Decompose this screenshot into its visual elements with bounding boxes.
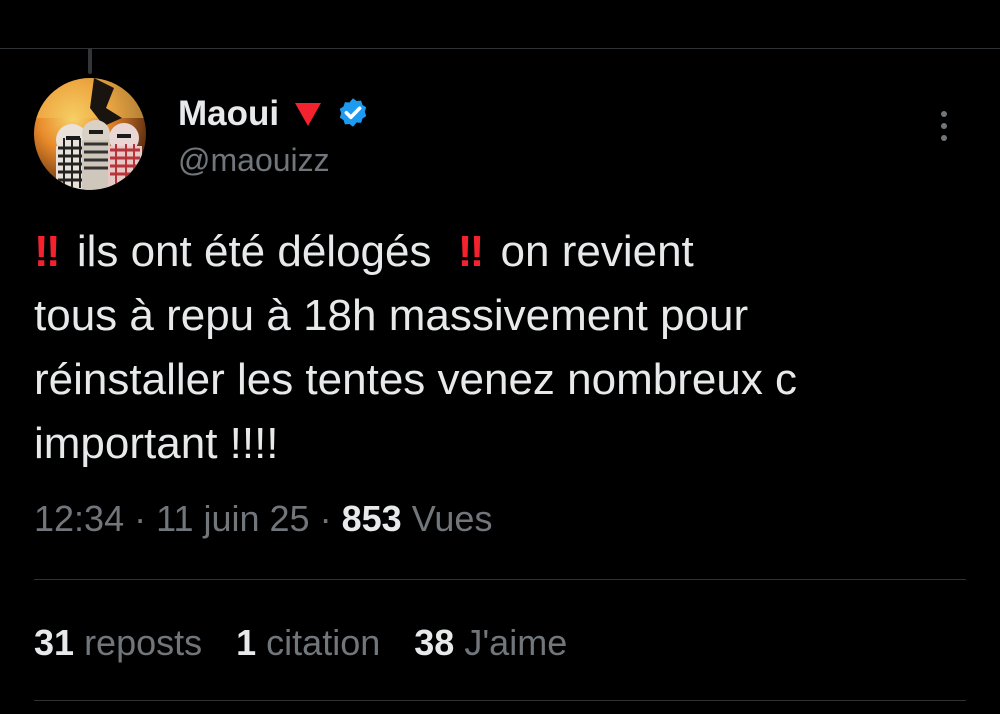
double-exclamation-icon: ‼ [34, 227, 60, 276]
meta-separator: · [134, 498, 147, 539]
tweet-text: ‼ ils ont été délogés ‼ on revient tous … [34, 220, 934, 476]
likes-label: J'aime [464, 622, 568, 663]
thread-connector-line [88, 48, 92, 74]
views-label[interactable]: Vues [412, 498, 493, 539]
views-count[interactable]: 853 [342, 498, 402, 539]
reposts-stat[interactable]: 31 reposts [34, 622, 202, 664]
tweet-line-4: important !!!! [34, 419, 279, 468]
double-exclamation-icon: ‼ [457, 227, 484, 276]
tweet-line-3: réinstaller les tentes venez nombreux c [34, 355, 798, 404]
quotes-count: 1 [236, 622, 257, 663]
display-name[interactable]: Maoui [178, 94, 279, 134]
more-dot-icon [941, 135, 947, 141]
bottom-divider [34, 700, 966, 701]
author-handle[interactable]: @maouizz [178, 142, 330, 179]
tweet-time[interactable]: 12:34 [34, 498, 124, 539]
reposts-count: 31 [34, 622, 75, 663]
reposts-label: reposts [84, 622, 203, 663]
likes-stat[interactable]: 38 J'aime [414, 622, 567, 664]
author-name-row[interactable]: Maoui [178, 92, 371, 136]
tweet-line-2: tous à repu à 18h massivement pour [34, 291, 749, 340]
avatar[interactable] [34, 78, 146, 190]
stats-divider [34, 579, 966, 580]
more-dot-icon [941, 123, 947, 129]
tweet-meta: 12:34 · 11 juin 25 · 853 Vues [34, 498, 492, 540]
more-options-button[interactable] [926, 104, 962, 148]
tweet-text-segment: on revient [500, 227, 694, 276]
likes-count: 38 [414, 622, 455, 663]
more-dot-icon [941, 111, 947, 117]
meta-separator: · [319, 498, 332, 539]
engagement-stats: 31 reposts 1 citation 38 J'aime [34, 622, 567, 664]
tweet-line-1: ‼ ils ont été délogés ‼ on revient [34, 220, 934, 284]
verified-badge-icon[interactable] [335, 96, 371, 132]
tweet-date[interactable]: 11 juin 25 [156, 498, 309, 539]
quotes-label: citation [266, 622, 381, 663]
quotes-stat[interactable]: 1 citation [236, 622, 380, 664]
red-triangle-down-icon [293, 100, 323, 128]
tweet-text-segment: ils ont été délogés [76, 227, 432, 276]
top-divider [0, 48, 1000, 49]
